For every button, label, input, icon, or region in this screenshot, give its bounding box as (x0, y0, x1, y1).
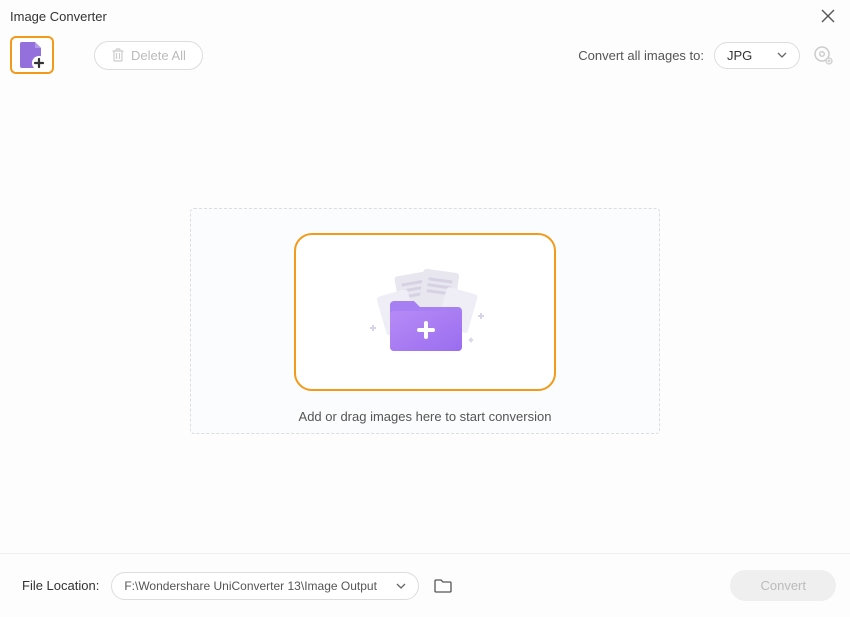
settings-button[interactable] (810, 42, 836, 68)
main-area: Add or drag images here to start convers… (0, 88, 850, 434)
format-selected-value: JPG (727, 48, 752, 63)
drop-zone-text: Add or drag images here to start convers… (299, 409, 552, 424)
toolbar: Delete All Convert all images to: JPG (0, 30, 850, 88)
drop-zone: Add or drag images here to start convers… (190, 208, 660, 434)
convert-all-label: Convert all images to: (578, 48, 704, 63)
close-button[interactable] (818, 6, 838, 26)
trash-icon (111, 48, 125, 62)
convert-button[interactable]: Convert (730, 570, 836, 601)
footer: File Location: F:\Wondershare UniConvert… (0, 553, 850, 617)
window-title: Image Converter (10, 9, 107, 24)
gear-icon (813, 45, 833, 65)
delete-all-button[interactable]: Delete All (94, 41, 203, 70)
toolbar-right: Convert all images to: JPG (578, 42, 836, 69)
add-file-button[interactable] (10, 36, 54, 74)
file-location-path: F:\Wondershare UniConverter 13\Image Out… (124, 579, 377, 593)
folder-icon (434, 578, 452, 594)
chevron-down-icon (777, 52, 787, 58)
file-location-select[interactable]: F:\Wondershare UniConverter 13\Image Out… (111, 572, 419, 600)
file-location-label: File Location: (22, 578, 99, 593)
titlebar: Image Converter (0, 0, 850, 30)
chevron-down-icon (396, 583, 406, 589)
folder-plus-icon (388, 297, 464, 353)
delete-all-label: Delete All (131, 48, 186, 63)
add-file-icon (19, 41, 45, 69)
drop-target[interactable] (294, 233, 556, 391)
format-select[interactable]: JPG (714, 42, 800, 69)
drop-illustration (360, 267, 490, 357)
browse-folder-button[interactable] (431, 574, 455, 598)
close-icon (821, 9, 835, 23)
